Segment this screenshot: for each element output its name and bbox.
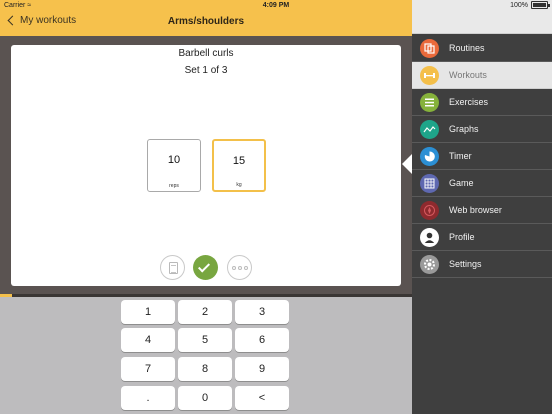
weight-field[interactable]: 15 kg (212, 139, 266, 192)
menu-item-routines[interactable]: Routines (412, 35, 552, 62)
battery-percent: 100% (510, 1, 528, 9)
menu-item-web-browser[interactable]: Web browser (412, 197, 552, 224)
menu-item-label: Timer (449, 151, 472, 161)
status-time: 4:09 PM (262, 2, 290, 9)
routines-icon (420, 39, 439, 58)
menu-item-label: Settings (449, 259, 482, 269)
game-icon (420, 174, 439, 193)
timer-icon (420, 147, 439, 166)
menu-item-profile[interactable]: Profile (412, 224, 552, 251)
key-1[interactable]: 1 (121, 300, 175, 324)
key-2[interactable]: 2 (178, 300, 232, 324)
dot-icon (243, 265, 248, 270)
side-menu: Routines Workouts Exercises Graphs Timer Game… (412, 0, 552, 414)
page-title: Arms/shoulders (167, 16, 245, 27)
key-6[interactable]: 6 (235, 328, 289, 352)
key-8[interactable]: 8 (178, 357, 232, 381)
split-pointer (402, 154, 412, 174)
dot-icon (231, 265, 236, 270)
reps-value: 10 (167, 154, 181, 166)
complete-set-button[interactable] (193, 255, 218, 280)
key-5[interactable]: 5 (178, 328, 232, 352)
key-3[interactable]: 3 (235, 300, 289, 324)
key-backspace[interactable]: < (235, 386, 289, 410)
menu-item-game[interactable]: Game (412, 170, 552, 197)
menu-item-exercises[interactable]: Exercises (412, 89, 552, 116)
key-9[interactable]: 9 (235, 357, 289, 381)
compass-icon (420, 201, 439, 220)
gear-icon (420, 255, 439, 274)
workout-pane: My workouts Arms/shoulders Barbell curls… (0, 0, 412, 414)
battery-indicator: 100% (510, 1, 550, 9)
notes-button[interactable] (160, 255, 185, 280)
numeric-keypad: 1 2 3 4 5 6 7 8 9. 0 < (0, 297, 412, 414)
menu-item-label: Profile (449, 232, 475, 242)
more-button[interactable] (227, 255, 252, 280)
menu-item-label: Web browser (449, 205, 502, 215)
battery-icon (531, 1, 550, 9)
key-decimal[interactable]: . (121, 386, 175, 410)
status-bar: Carrier ≈ 4:09 PM 100% (0, 0, 552, 11)
weight-unit: kg (236, 182, 242, 188)
menu-item-label: Graphs (449, 124, 479, 134)
key-0[interactable]: 0 (178, 386, 232, 410)
set-card: Barbell curls Set 1 of 3 10 reps 15 kg (11, 45, 401, 286)
menu-item-label: Exercises (449, 97, 489, 107)
menu-item-workouts[interactable]: Workouts (412, 62, 552, 89)
exercise-name: Barbell curls (178, 48, 234, 59)
key-4[interactable]: 4 (121, 328, 175, 352)
menu-item-timer[interactable]: Timer (412, 143, 552, 170)
notes-icon (169, 262, 178, 274)
menu-item-graphs[interactable]: Graphs (412, 116, 552, 143)
reps-unit: reps (169, 183, 179, 189)
dumbbell-icon (420, 66, 439, 85)
key-7[interactable]: 7 (121, 357, 175, 381)
menu-item-label: Workouts (449, 70, 487, 80)
checkmark-icon (197, 260, 211, 273)
reps-field[interactable]: 10 reps (147, 139, 201, 192)
graph-icon (420, 120, 439, 139)
menu-item-label: Game (449, 178, 474, 188)
weight-value: 15 (232, 155, 246, 167)
menu-item-label: Routines (449, 43, 485, 53)
list-icon (420, 93, 439, 112)
menu-item-settings[interactable]: Settings (412, 251, 552, 278)
dot-icon (237, 265, 242, 270)
profile-icon (420, 228, 439, 247)
set-counter: Set 1 of 3 (184, 65, 228, 76)
